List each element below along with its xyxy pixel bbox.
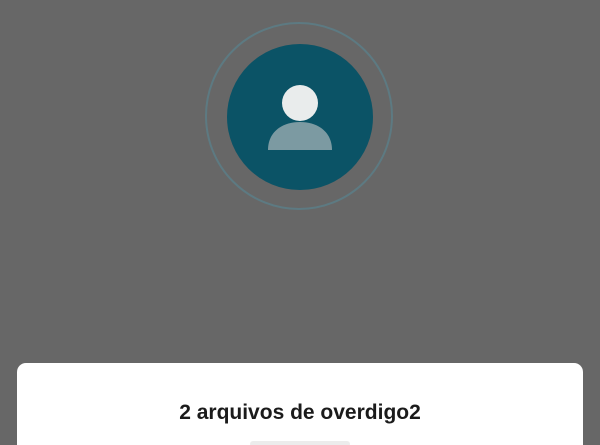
sheet-title: 2 arquivos de overdigo2 <box>179 401 421 424</box>
sheet-subtitle-placeholder <box>250 441 350 445</box>
person-icon <box>268 85 332 150</box>
avatar <box>227 44 373 190</box>
bottom-sheet: 2 arquivos de overdigo2 <box>17 363 583 445</box>
